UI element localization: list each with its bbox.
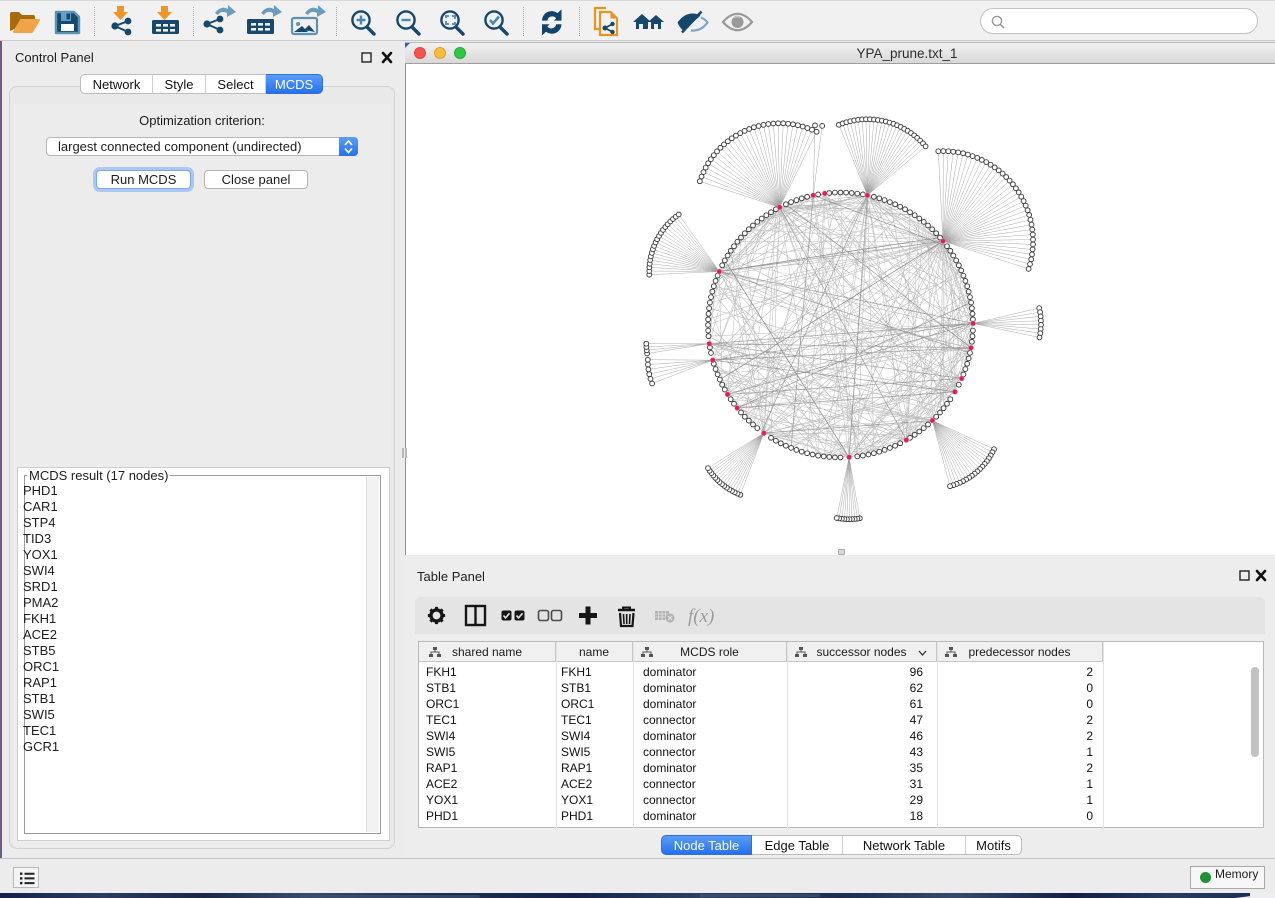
svg-text:f(x): f(x) [688, 606, 714, 627]
